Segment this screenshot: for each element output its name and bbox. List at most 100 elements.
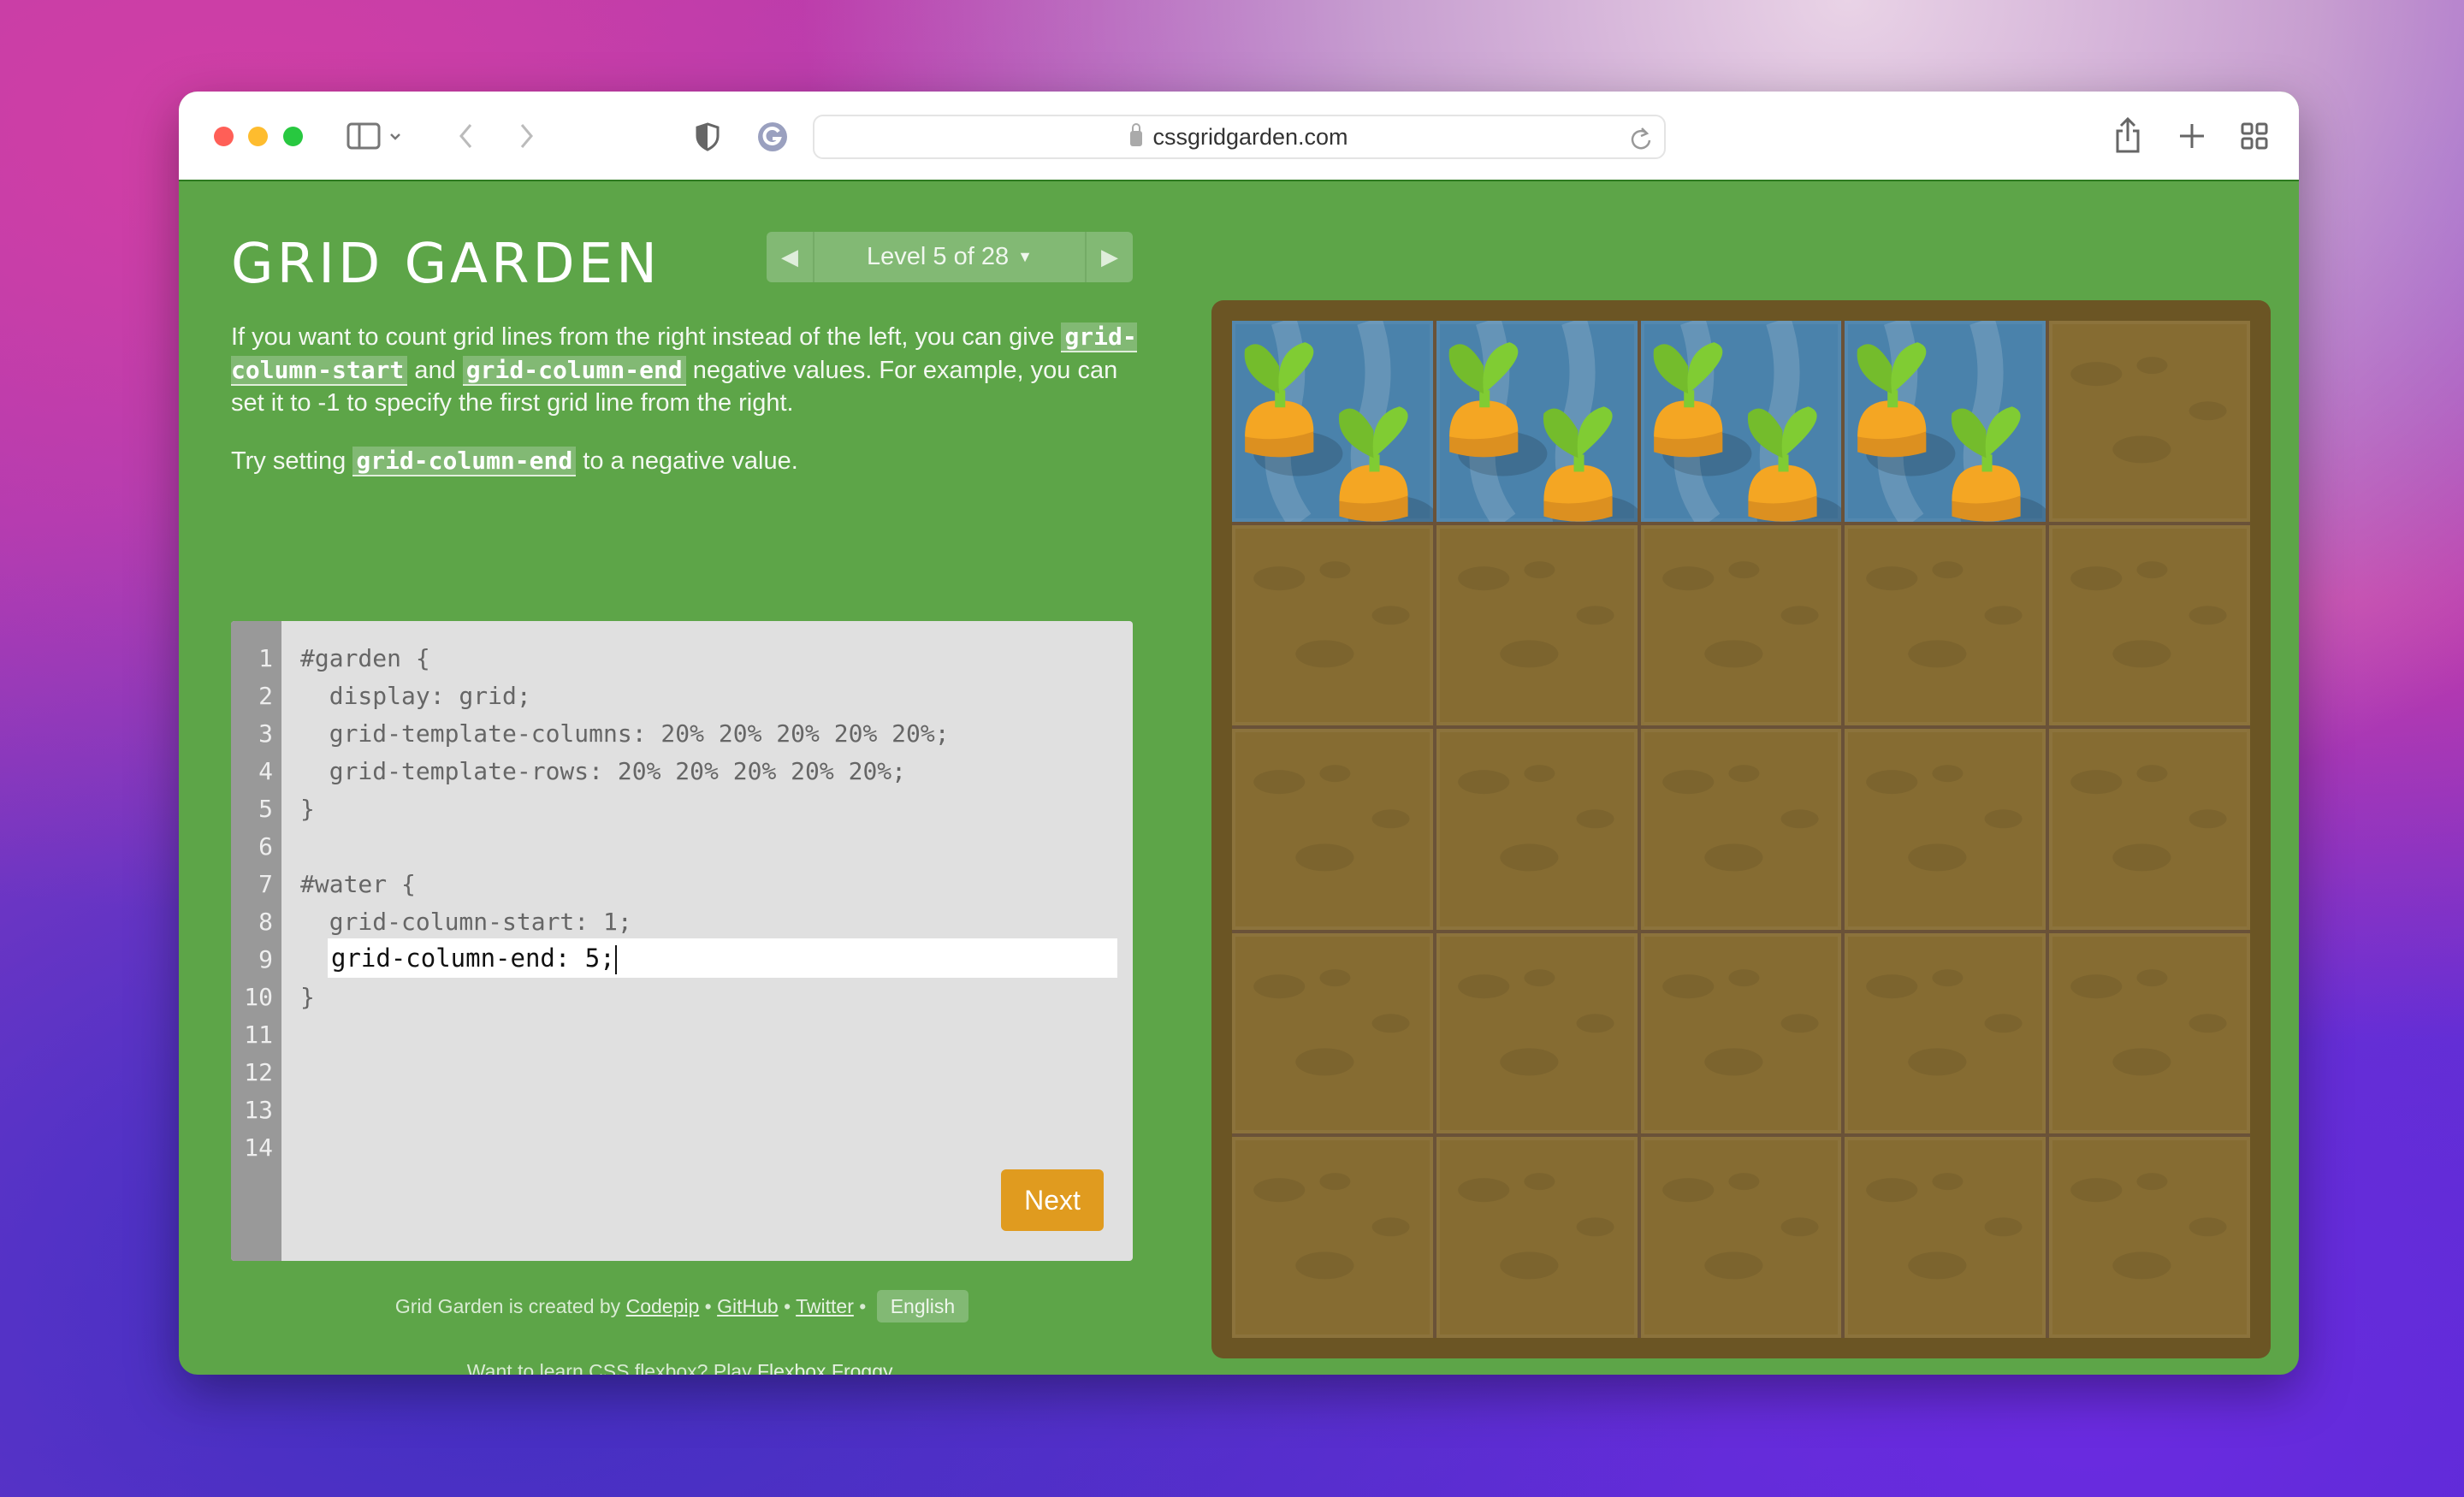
twitter-link[interactable]: Twitter (796, 1295, 854, 1317)
page-content: GRID GARDEN ◀ Level 5 of 28 ▼ ▶ If you wa… (179, 181, 2299, 1375)
css-input[interactable]: grid-column-end: 5; (328, 938, 1117, 978)
line-number: 2 (258, 682, 273, 710)
line-number: 4 (258, 757, 273, 785)
level-dropdown[interactable]: Level 5 of 28 ▼ (813, 232, 1087, 282)
water-cell (1232, 321, 1433, 522)
soil-cell (1436, 729, 1638, 930)
soil-texture (1253, 765, 1410, 872)
code-line: 4 grid-template-rows: 20% 20% 20% 20% 20… (231, 753, 1133, 790)
soil-cell (1640, 524, 1842, 726)
code-line: 12 (231, 1054, 1133, 1092)
next-button[interactable]: Next (1001, 1169, 1104, 1231)
soil-cell (2049, 524, 2250, 726)
garden-grid (1232, 321, 2250, 1338)
soil-cell (2049, 1137, 2250, 1338)
codepip-link[interactable]: Codepip (626, 1295, 700, 1317)
code-line: 14 (231, 1129, 1133, 1167)
separator: • (699, 1295, 718, 1317)
lock-icon (1130, 123, 1143, 146)
water-cell (1436, 321, 1638, 522)
instructions: If you want to count grid lines from the… (231, 321, 1138, 502)
code-line: 11 (231, 1016, 1133, 1054)
sidebar-icon[interactable] (346, 122, 406, 150)
code-line: 13 (231, 1092, 1133, 1129)
soil-cell (2049, 321, 2250, 522)
minimize-window-button[interactable] (248, 127, 268, 146)
browser-toolbar: cssgridgarden.com (179, 92, 2299, 181)
soil-texture (2070, 560, 2227, 668)
page-title: GRID GARDEN (231, 233, 660, 296)
code-line: 5} (231, 790, 1133, 828)
soil-cell (1640, 729, 1842, 930)
url-text: cssgridgarden.com (1152, 123, 1348, 150)
code-text: #water { (300, 870, 416, 898)
code-text: display: grid; (300, 682, 531, 710)
code-term: grid-column-end (352, 446, 577, 476)
separator: • (778, 1295, 797, 1317)
text: to a negative value. (576, 447, 798, 475)
soil-texture (1661, 765, 1819, 872)
soil-texture (1661, 1173, 1819, 1280)
soil-texture (1457, 1173, 1614, 1280)
text: and (407, 356, 463, 384)
soil-cell (1436, 1137, 1638, 1338)
tab-overview-icon[interactable] (2241, 122, 2268, 150)
line-number: 5 (258, 795, 273, 823)
line-number: 12 (244, 1058, 273, 1086)
code-text: } (300, 795, 315, 823)
reload-icon[interactable] (1630, 127, 1652, 151)
github-link[interactable]: GitHub (717, 1295, 779, 1317)
footer-flexbox: Want to learn CSS flexbox? Play Flexbox … (231, 1360, 1133, 1375)
soil-cell (1436, 524, 1638, 726)
forward-icon[interactable] (518, 122, 536, 150)
code-term: grid-column-end (462, 355, 686, 386)
new-tab-icon[interactable] (2178, 122, 2206, 150)
code-text: grid-template-rows: 20% 20% 20% 20% 20%; (300, 757, 907, 785)
line-number: 10 (244, 983, 273, 1011)
text: If you want to count grid lines from the… (231, 323, 1062, 351)
code-line: 3 grid-template-columns: 20% 20% 20% 20%… (231, 715, 1133, 753)
soil-texture (1866, 1173, 2023, 1280)
privacy-shield-icon[interactable] (695, 122, 720, 151)
soil-cell (1845, 932, 2046, 1134)
next-level-button[interactable]: ▶ (1087, 232, 1133, 282)
soil-cell (1436, 932, 1638, 1134)
flexbox-froggy-link[interactable]: Flexbox Froggy (757, 1360, 891, 1375)
soil-cell (1845, 524, 2046, 726)
zoom-window-button[interactable] (283, 127, 303, 146)
soil-cell (1845, 729, 2046, 930)
text: . (891, 1360, 897, 1375)
previous-level-button[interactable]: ◀ (767, 232, 813, 282)
soil-cell (1232, 1137, 1433, 1338)
soil-texture (2070, 357, 2227, 464)
soil-texture (1866, 560, 2023, 668)
soil-texture (1866, 765, 2023, 872)
browser-window: cssgridgarden.com GRID GARDEN ◀ Level 5 … (179, 92, 2299, 1375)
share-icon[interactable] (2112, 117, 2143, 155)
carrot-icon (1448, 321, 1638, 522)
code-text: grid-template-columns: 20% 20% 20% 20% 2… (300, 719, 950, 748)
soil-cell (1232, 932, 1433, 1134)
code-editor: 1 #garden {2 display: grid; 3 grid-templat… (231, 621, 1133, 1261)
code-line: 2 display: grid; (231, 677, 1133, 715)
level-label: Level 5 of 28 (867, 243, 1010, 270)
task-paragraph: Try setting grid-column-end to a negativ… (231, 445, 1138, 478)
soil-cell (1232, 524, 1433, 726)
back-icon[interactable] (457, 122, 474, 150)
address-bar[interactable]: cssgridgarden.com (813, 115, 1666, 159)
close-window-button[interactable] (214, 127, 234, 146)
soil-cell (2049, 729, 2250, 930)
level-navigator: ◀ Level 5 of 28 ▼ ▶ (767, 232, 1133, 282)
language-selector[interactable]: English (876, 1290, 969, 1322)
grammarly-extension-icon[interactable] (757, 121, 788, 152)
soil-texture (1253, 1173, 1410, 1280)
code-line: 7 #water { (231, 866, 1133, 903)
soil-cell (1845, 1137, 2046, 1338)
code-text: } (300, 983, 315, 1011)
soil-cell (2049, 932, 2250, 1134)
carrot-icon (1857, 321, 2046, 522)
soil-texture (2070, 968, 2227, 1076)
code-text: #garden { (300, 644, 430, 672)
soil-texture (1661, 560, 1819, 668)
water-cell (1640, 321, 1842, 522)
